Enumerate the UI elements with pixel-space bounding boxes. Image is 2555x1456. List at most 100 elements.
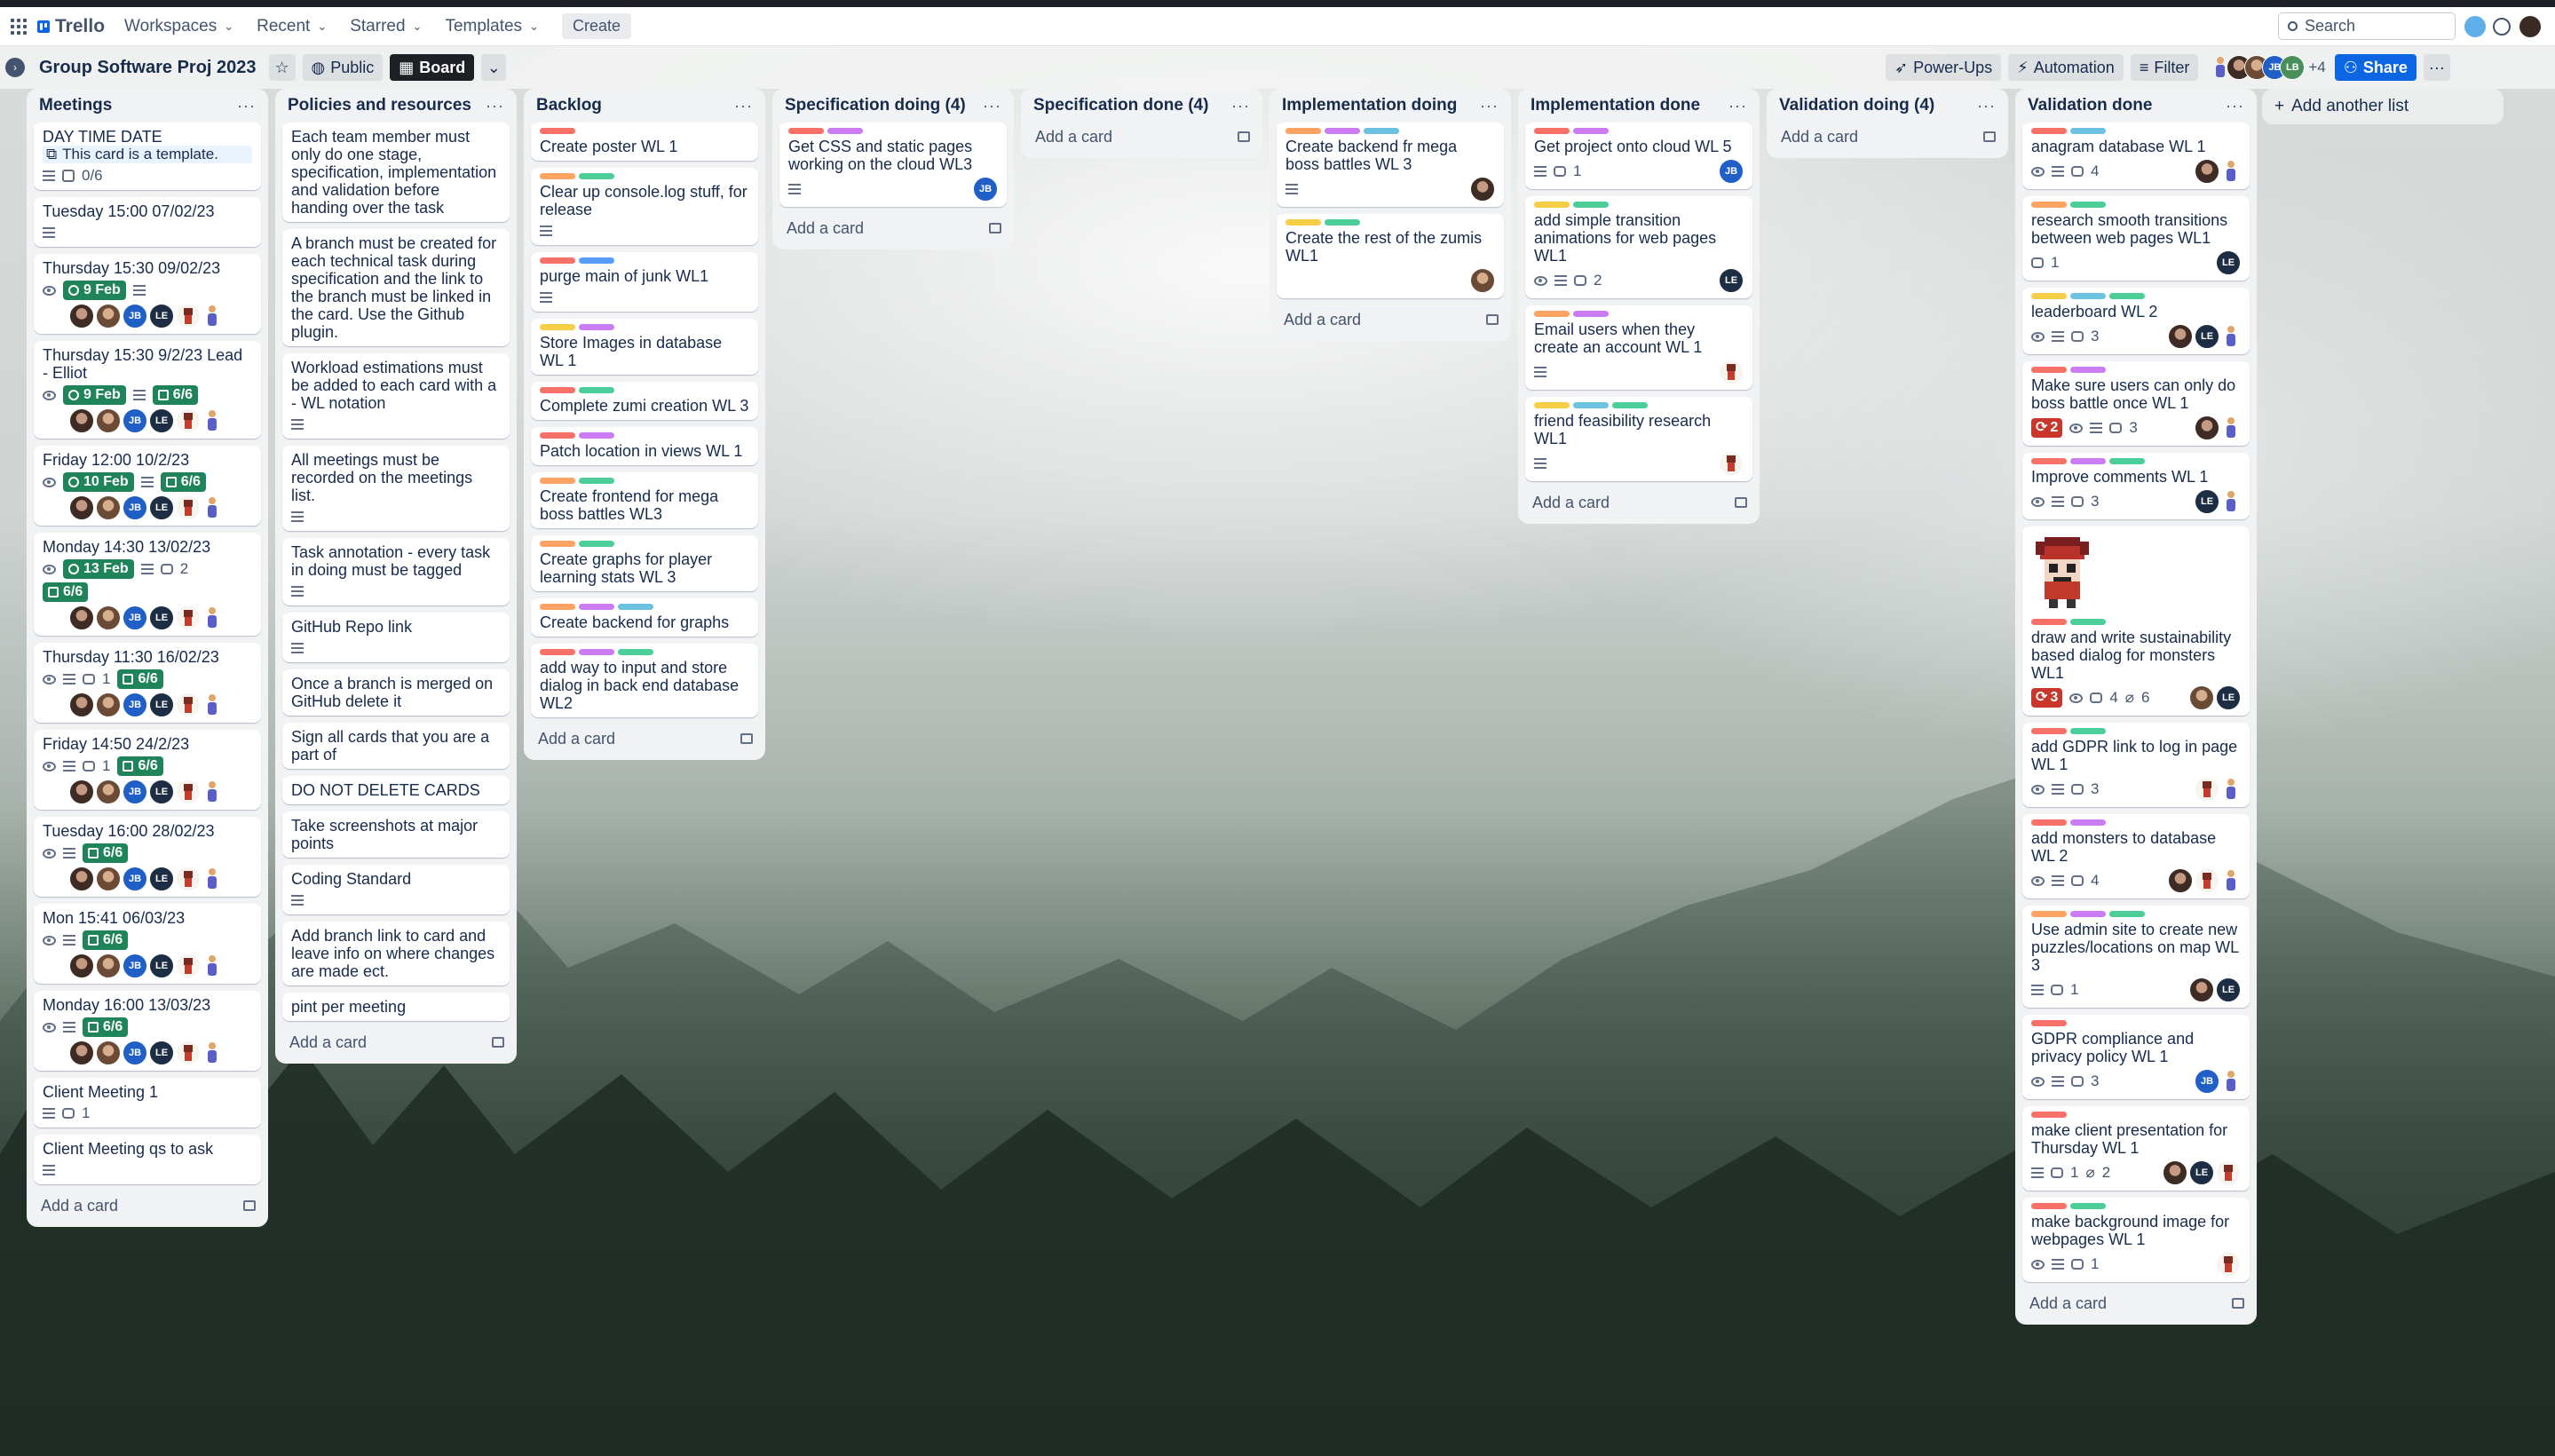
add-card-button[interactable]: Add a card <box>531 724 758 753</box>
due-date-badge[interactable]: 9 Feb <box>63 281 126 300</box>
member-avatar[interactable] <box>69 779 94 804</box>
due-date-badge[interactable]: 13 Feb <box>63 559 134 579</box>
list-menu-icon[interactable]: ··· <box>2226 97 2244 115</box>
member-avatar[interactable] <box>2221 1069 2241 1094</box>
member-avatar[interactable] <box>176 692 201 717</box>
card[interactable]: A branch must be created for each techni… <box>282 229 510 346</box>
list-title[interactable]: Backlog <box>536 96 602 115</box>
due-date-badge[interactable]: 9 Feb <box>63 385 126 405</box>
card[interactable]: Client Meeting 1 1 <box>34 1078 261 1128</box>
member-avatar[interactable] <box>2195 415 2219 440</box>
filter-button[interactable]: ≡ Filter <box>2130 54 2199 81</box>
member-avatar-le[interactable]: LE <box>149 304 174 328</box>
member-avatar[interactable] <box>176 304 201 328</box>
card[interactable]: Improve comments WL 1 3 LE <box>2022 453 2250 519</box>
member-avatar[interactable] <box>202 495 222 520</box>
card[interactable]: add simple transition animations for web… <box>1525 196 1752 298</box>
card[interactable]: GDPR compliance and privacy policy WL 1 3… <box>2022 1015 2250 1099</box>
member-avatar-le[interactable]: LE <box>2189 1160 2214 1185</box>
card[interactable]: Friday 12:00 10/2/23 10 Feb 6/6 JB LE <box>34 446 261 526</box>
card[interactable]: purge main of junk WL1 <box>531 252 758 312</box>
board-view-button[interactable]: ▦ Board <box>390 54 475 81</box>
card[interactable]: research smooth transitions between web … <box>2022 196 2250 281</box>
member-avatar[interactable] <box>1470 268 1495 293</box>
add-card-button[interactable]: Add a card <box>779 214 1007 242</box>
member-avatar[interactable] <box>202 605 222 630</box>
member-avatar-jb[interactable]: JB <box>973 177 998 202</box>
list-menu-icon[interactable]: ··· <box>486 97 504 115</box>
member-avatar[interactable] <box>69 866 94 891</box>
member-avatar-jb[interactable]: JB <box>123 779 147 804</box>
add-card-button[interactable]: Add a card <box>2022 1289 2250 1318</box>
card[interactable]: Complete zumi creation WL 3 <box>531 382 758 420</box>
member-avatar-le[interactable]: LE <box>149 866 174 891</box>
card[interactable]: Add branch link to card and leave info o… <box>282 922 510 985</box>
card[interactable]: Store Images in database WL 1 <box>531 319 758 375</box>
member-avatar-le[interactable]: LE <box>149 408 174 433</box>
list-menu-icon[interactable]: ··· <box>983 97 1001 115</box>
notifications-icon[interactable] <box>2464 16 2486 37</box>
card[interactable]: Mon 15:41 06/03/23 6/6 JB LE <box>34 904 261 984</box>
create-from-template-icon[interactable] <box>243 1200 256 1211</box>
list-title[interactable]: Implementation doing <box>1282 96 1457 115</box>
list-menu-icon[interactable]: ··· <box>1480 97 1499 115</box>
card[interactable]: Task annotation - every task in doing mu… <box>282 538 510 605</box>
member-avatar[interactable] <box>69 954 94 978</box>
member-avatar[interactable] <box>202 954 222 978</box>
list-title[interactable]: Validation done <box>2028 96 2152 115</box>
card[interactable]: Tuesday 16:00 28/02/23 6/6 JB LE <box>34 817 261 897</box>
member-avatar-le[interactable]: LE <box>2216 250 2241 275</box>
member-avatar-le[interactable]: LE <box>149 495 174 520</box>
member-avatar[interactable] <box>96 1041 121 1065</box>
list-title[interactable]: Validation doing (4) <box>1779 96 1934 115</box>
create-from-template-icon[interactable] <box>1735 497 1747 508</box>
member-avatar-jb[interactable]: JB <box>2195 1069 2219 1094</box>
member-avatar-jb[interactable]: JB <box>123 1041 147 1065</box>
card[interactable]: add monsters to database WL 2 4 <box>2022 814 2250 898</box>
member-avatar-lb[interactable]: LB <box>2280 55 2306 80</box>
member-avatar[interactable] <box>96 866 121 891</box>
card[interactable]: Create poster WL 1 <box>531 123 758 161</box>
member-avatar[interactable] <box>202 692 222 717</box>
card[interactable]: Take screenshots at major points <box>282 811 510 858</box>
share-button[interactable]: ⚇ Share <box>2334 54 2417 81</box>
member-avatar[interactable] <box>1719 360 1744 384</box>
member-avatar[interactable] <box>96 954 121 978</box>
create-from-template-icon[interactable] <box>2232 1298 2244 1309</box>
member-avatar-jb[interactable]: JB <box>1719 159 1744 184</box>
card[interactable]: Thursday 11:30 16/02/23 1 6/6 JB LE <box>34 643 261 723</box>
nav-templates[interactable]: Templates ⌄ <box>445 17 539 36</box>
member-avatar[interactable] <box>2221 415 2241 440</box>
card[interactable]: Create frontend for mega boss battles WL… <box>531 472 758 528</box>
nav-recent[interactable]: Recent ⌄ <box>257 17 327 36</box>
card[interactable]: All meetings must be recorded on the mee… <box>282 446 510 531</box>
member-avatar-le[interactable]: LE <box>2195 489 2219 514</box>
member-avatar[interactable] <box>2221 159 2241 184</box>
member-avatar[interactable] <box>2168 324 2193 349</box>
member-avatar-jb[interactable]: JB <box>123 866 147 891</box>
help-icon[interactable] <box>2493 18 2511 36</box>
create-from-template-icon[interactable] <box>492 1037 504 1048</box>
trello-logo[interactable]: Trello <box>37 16 105 37</box>
create-from-template-icon[interactable] <box>740 733 753 744</box>
app-switcher-icon[interactable] <box>11 18 27 35</box>
card[interactable]: Each team member must only do one stage,… <box>282 123 510 222</box>
member-avatar[interactable] <box>176 495 201 520</box>
member-avatar[interactable] <box>96 495 121 520</box>
list-title[interactable]: Policies and resources <box>288 96 471 115</box>
card[interactable]: Get project onto cloud WL 5 1 JB <box>1525 123 1752 189</box>
card[interactable]: Monday 14:30 13/02/23 13 Feb 2 6/6 JB LE <box>34 533 261 636</box>
member-avatar[interactable] <box>2168 868 2193 893</box>
member-avatar[interactable] <box>69 605 94 630</box>
member-avatar-le[interactable]: LE <box>149 692 174 717</box>
card[interactable]: Create graphs for player learning stats … <box>531 535 758 591</box>
list-menu-icon[interactable]: ··· <box>1728 97 1747 115</box>
member-avatar[interactable] <box>202 1041 222 1065</box>
star-board-icon[interactable]: ☆ <box>268 54 296 81</box>
member-avatar[interactable] <box>2163 1160 2187 1185</box>
card[interactable]: Workload estimations must be added to ea… <box>282 353 510 439</box>
add-card-button[interactable]: Add a card <box>282 1028 510 1056</box>
member-avatar[interactable] <box>2221 777 2241 802</box>
member-avatar[interactable] <box>2195 159 2219 184</box>
member-avatar-jb[interactable]: JB <box>123 605 147 630</box>
